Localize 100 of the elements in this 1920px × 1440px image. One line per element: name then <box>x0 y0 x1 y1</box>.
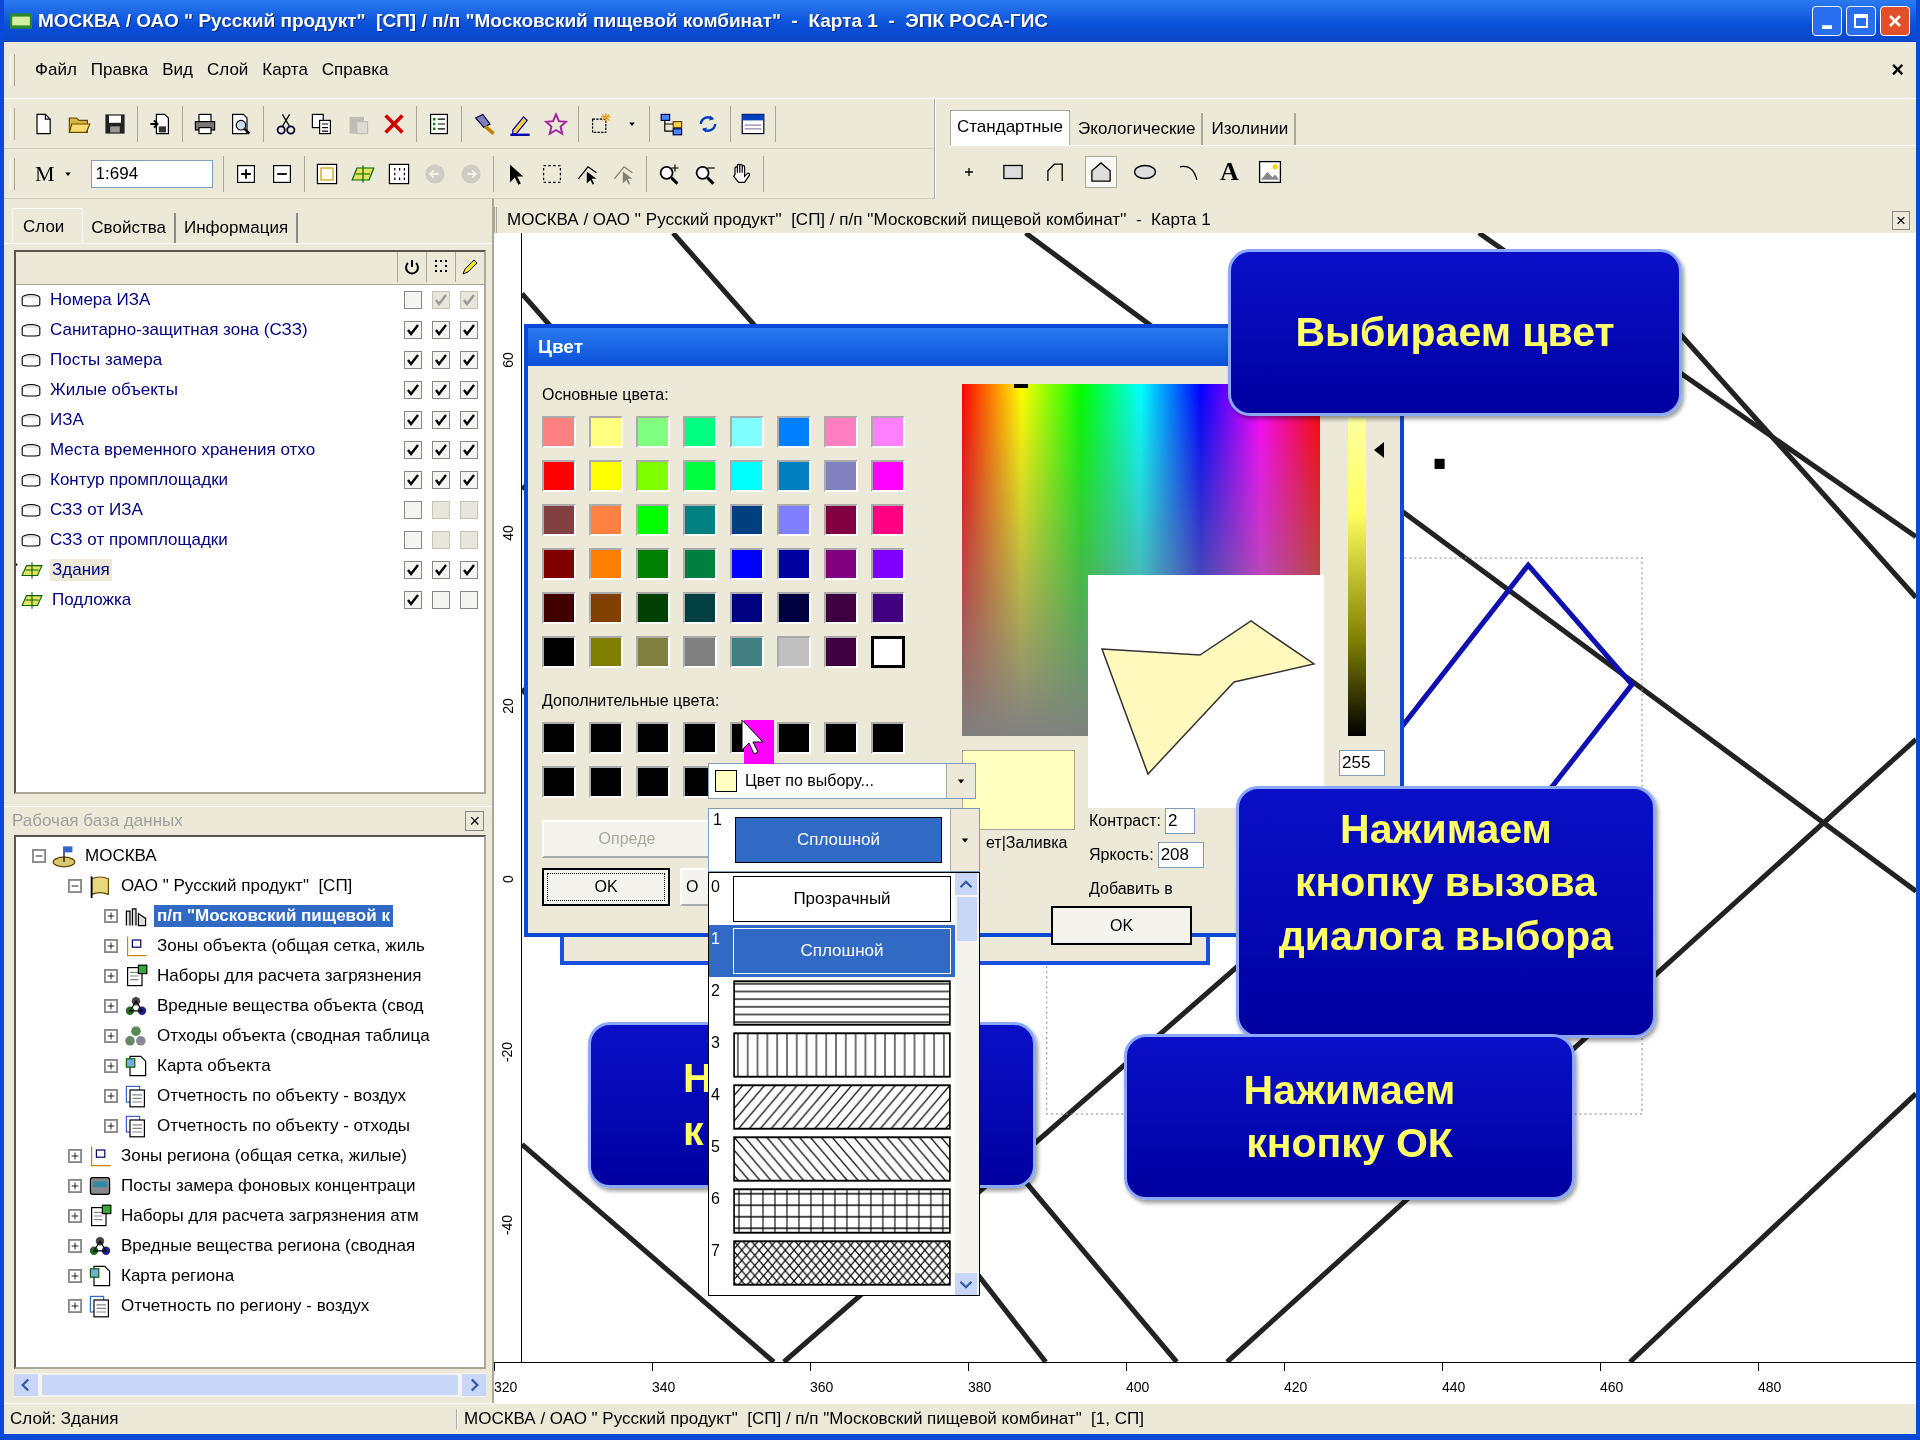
horizontal-scrollbar[interactable] <box>14 1373 486 1397</box>
scroll-thumb[interactable] <box>957 897 977 941</box>
tree-item[interactable]: Наборы для расчета загрязнения <box>154 965 425 987</box>
tree-item[interactable]: Вредные вещества объекта (свод <box>154 995 427 1017</box>
expand-toggle[interactable] <box>104 1119 118 1133</box>
checkbox[interactable] <box>460 321 478 339</box>
layer-name[interactable]: СЗЗ от промплощадки <box>48 529 230 551</box>
expand-toggle[interactable] <box>104 1059 118 1073</box>
checkbox[interactable] <box>404 321 422 339</box>
slider-arrow-icon[interactable] <box>1374 441 1384 458</box>
fill-option[interactable]: 6 <box>709 1185 955 1237</box>
menu-item[interactable]: Справка <box>321 60 389 80</box>
menu-item[interactable]: Карта <box>262 60 308 80</box>
layer-name[interactable]: Контур промплощадки <box>48 469 231 491</box>
tree-item[interactable]: ОАО " Русский продукт" [СП] <box>118 875 356 897</box>
scroll-left-icon[interactable] <box>14 1374 38 1396</box>
panel-tab[interactable]: Слои <box>12 208 84 243</box>
checkbox[interactable] <box>404 381 422 399</box>
printer-icon[interactable] <box>193 111 217 136</box>
text-tool[interactable]: A <box>1218 156 1241 189</box>
checkbox[interactable] <box>404 591 422 609</box>
checkbox[interactable] <box>432 381 450 399</box>
menu-item[interactable]: Правка <box>90 60 149 80</box>
collapse-toggle[interactable] <box>32 849 46 863</box>
layer-name[interactable]: Жилые объекты <box>48 379 180 401</box>
tree-item[interactable]: Отходы объекта (сводная таблица <box>154 1025 433 1047</box>
expand-toggle[interactable] <box>68 1209 82 1223</box>
layer-name[interactable]: Санитарно-защитная зона (СЗЗ) <box>48 319 310 341</box>
menu-item[interactable]: Вид <box>162 60 193 80</box>
expand-toggle[interactable] <box>68 1179 82 1193</box>
layer-name[interactable]: ИЗА <box>48 409 86 431</box>
dot-grid-icon[interactable] <box>386 161 411 186</box>
value-field[interactable]: 2 <box>1164 808 1195 834</box>
expand-toggle[interactable] <box>68 1269 82 1283</box>
tree-item[interactable]: Карта региона <box>118 1265 238 1287</box>
scroll-up-icon[interactable] <box>955 873 977 895</box>
fill-option[interactable]: 2 <box>709 977 955 1029</box>
fill-option[interactable]: 3 <box>709 1029 955 1081</box>
checkbox[interactable] <box>404 441 422 459</box>
color-dropdown[interactable]: Цвет по выбору... <box>708 763 976 799</box>
close-button[interactable]: × <box>1891 57 1904 83</box>
checkbox[interactable] <box>460 411 478 429</box>
checkbox[interactable] <box>404 561 422 579</box>
tool-tab[interactable]: Экологические <box>1072 112 1204 145</box>
tree-item[interactable]: Отчетность по объекту - отходы <box>154 1115 413 1137</box>
star-icon[interactable] <box>544 111 568 136</box>
copy-icon[interactable] <box>310 111 334 136</box>
checkbox[interactable] <box>404 471 422 489</box>
checkbox[interactable] <box>404 531 422 549</box>
color-swatch[interactable] <box>871 636 905 668</box>
print-preview-icon[interactable] <box>229 111 253 136</box>
expand-toggle[interactable] <box>104 1089 118 1103</box>
fill-option[interactable]: 1 Сплошной <box>709 925 955 977</box>
checkbox[interactable] <box>460 351 478 369</box>
fill-option[interactable]: 5 <box>709 1133 955 1185</box>
tool-tab[interactable]: Изолинии <box>1205 112 1297 145</box>
tree-item[interactable]: Отчетность по объекту - воздух <box>154 1085 409 1107</box>
node-edit-icon[interactable] <box>589 111 613 136</box>
ok-button[interactable]: OK <box>1051 906 1192 945</box>
checkbox[interactable] <box>432 561 450 579</box>
hierarchy-icon[interactable] <box>660 111 684 136</box>
checkbox[interactable] <box>432 591 450 609</box>
scroll-down-icon[interactable] <box>955 1273 977 1295</box>
close-button[interactable]: × <box>1892 210 1910 230</box>
checkbox[interactable] <box>460 591 478 609</box>
checkbox[interactable] <box>460 381 478 399</box>
expand-toggle[interactable] <box>104 909 118 923</box>
layer-name[interactable]: Номера ИЗА <box>48 289 153 311</box>
collapse-toggle[interactable] <box>68 879 82 893</box>
fill-dropdown[interactable]: 1 Сплошной <box>708 808 980 872</box>
scale-field[interactable]: 1:694 <box>90 159 213 188</box>
tree-item[interactable]: Карта объекта <box>154 1055 274 1077</box>
menu-item[interactable]: Слой <box>207 60 249 80</box>
value-field[interactable]: 255 <box>1339 750 1385 776</box>
tree-item[interactable]: Зоны объекта (общая сетка, жиль <box>154 935 428 957</box>
checkbox[interactable] <box>432 321 450 339</box>
checkbox[interactable] <box>432 351 450 369</box>
tool-tab[interactable]: Стандартные <box>950 109 1071 145</box>
export-document-icon[interactable] <box>148 111 172 136</box>
checkbox[interactable] <box>460 441 478 459</box>
menu-item[interactable]: Файл <box>35 60 77 80</box>
expand-toggle[interactable] <box>68 1239 82 1253</box>
tree-item[interactable]: Посты замера фоновых концентраци <box>118 1175 419 1197</box>
fill-option[interactable]: 0 Прозрачный <box>709 873 955 925</box>
minimize-button[interactable] <box>1812 6 1842 36</box>
scissors-icon[interactable] <box>274 111 298 136</box>
maximize-button[interactable] <box>1846 6 1876 36</box>
vertical-scrollbar[interactable] <box>955 873 979 1295</box>
ok-button[interactable]: OK <box>542 868 670 906</box>
tree-item[interactable]: Отчетность по региону - воздух <box>118 1295 373 1317</box>
checkbox[interactable] <box>460 471 478 489</box>
tree-item[interactable]: Вредные вещества региона (сводная <box>118 1235 419 1257</box>
tree-item[interactable]: п/п "Московский пищевой к <box>154 905 393 927</box>
window-icon[interactable] <box>741 111 765 136</box>
expand-toggle[interactable] <box>68 1299 82 1313</box>
layer-name[interactable]: Подложка <box>50 589 134 611</box>
checkbox[interactable] <box>432 471 450 489</box>
close-button[interactable]: × <box>465 811 484 831</box>
tree-item[interactable]: Наборы для расчета загрязнения атм <box>118 1205 422 1227</box>
layer-name[interactable]: Посты замера <box>48 349 165 371</box>
